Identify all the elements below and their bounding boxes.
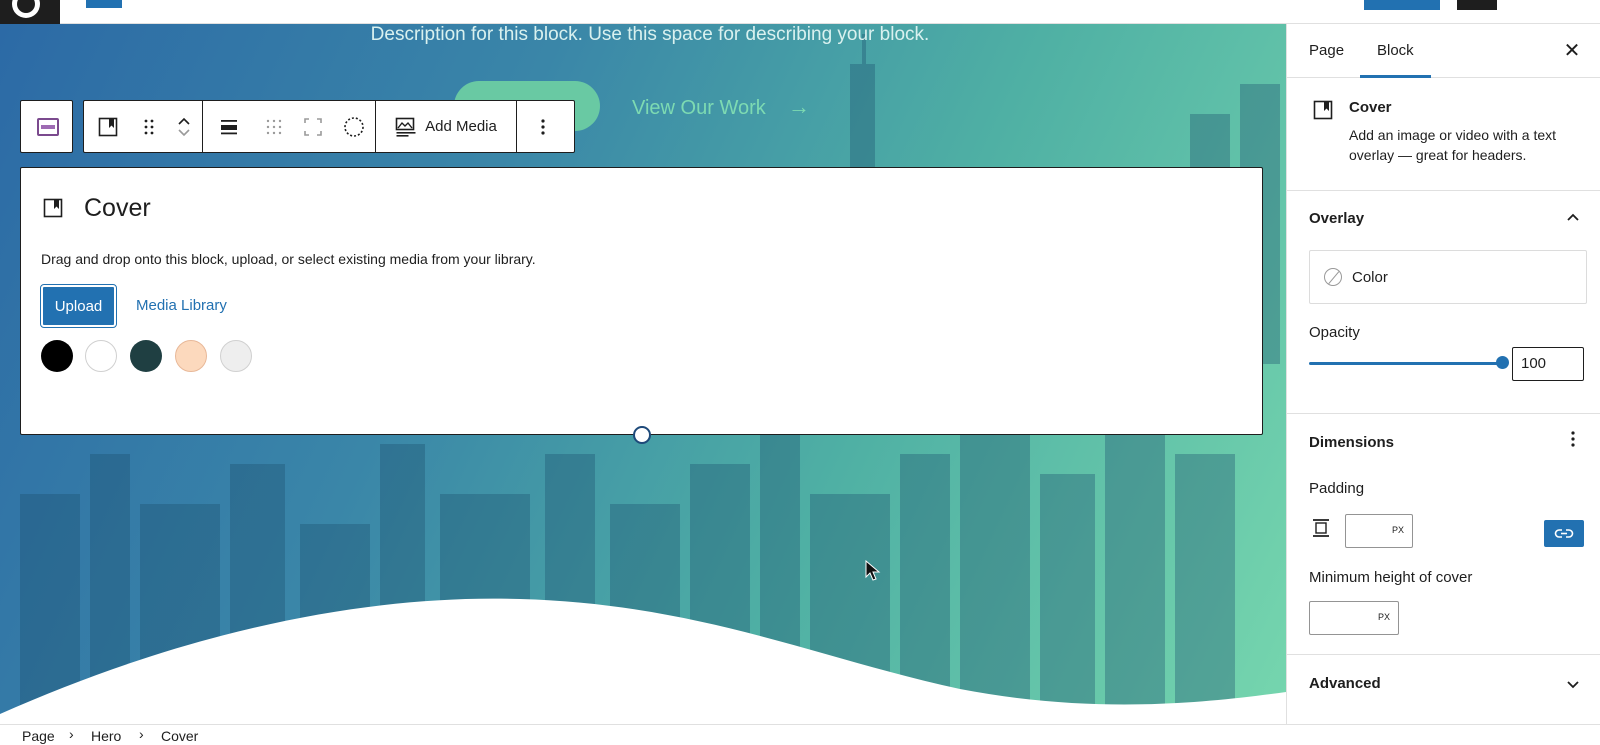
change-content-position-button[interactable] bbox=[255, 101, 293, 152]
sidebar-tabs: Page Block ✕ bbox=[1287, 24, 1600, 78]
padding-input[interactable]: PX bbox=[1345, 514, 1413, 548]
advanced-panel-title[interactable]: Advanced bbox=[1309, 675, 1381, 692]
wave-divider bbox=[0, 598, 1286, 724]
duotone-filter-button[interactable] bbox=[333, 101, 375, 152]
color-swatch-dark-teal[interactable] bbox=[130, 340, 162, 372]
overlay-color-button[interactable]: Color bbox=[1309, 250, 1587, 304]
cover-block-icon bbox=[98, 117, 118, 136]
hero-description: Description for this block. Use this spa… bbox=[370, 24, 930, 45]
dimensions-panel-title[interactable]: Dimensions bbox=[1309, 434, 1394, 451]
media-library-button[interactable]: Media Library bbox=[136, 297, 227, 314]
toolbar-group-layout bbox=[203, 101, 376, 152]
wordpress-icon bbox=[12, 0, 40, 18]
breadcrumb-item-page[interactable]: Page bbox=[22, 728, 55, 744]
block-options-button[interactable] bbox=[517, 101, 569, 152]
placeholder-instructions: Drag and drop onto this block, upload, o… bbox=[41, 251, 536, 267]
overlay-panel-title[interactable]: Overlay bbox=[1309, 210, 1364, 227]
inserter-toggle-button[interactable] bbox=[86, 0, 122, 8]
panel-divider bbox=[1287, 654, 1600, 655]
block-card-title: Cover bbox=[1349, 99, 1392, 116]
cover-placeholder[interactable]: Cover Drag and drop onto this block, upl… bbox=[20, 167, 1263, 435]
opacity-slider-thumb[interactable] bbox=[1496, 356, 1509, 369]
placeholder-title: Cover bbox=[84, 194, 151, 222]
group-block-icon bbox=[37, 118, 59, 136]
align-wide-icon bbox=[221, 119, 237, 134]
add-media-label: Add Media bbox=[425, 118, 497, 135]
block-card-description: Add an image or video with a text overla… bbox=[1349, 127, 1557, 163]
more-vertical-icon bbox=[1571, 431, 1575, 447]
breadcrumb: Page › Hero › Cover bbox=[0, 724, 1600, 745]
link-sides-button[interactable] bbox=[1544, 520, 1584, 547]
publish-button[interactable] bbox=[1364, 0, 1440, 10]
padding-unit[interactable]: PX bbox=[1392, 525, 1404, 535]
chevron-down-icon[interactable] bbox=[1563, 674, 1583, 694]
chevron-right-icon: › bbox=[69, 726, 74, 742]
padding-label: Padding bbox=[1309, 480, 1365, 497]
toolbar-group-media: Add Media bbox=[376, 101, 517, 152]
block-toolbar: Add Media bbox=[83, 100, 575, 153]
add-media-button[interactable]: Add Media bbox=[376, 101, 516, 152]
arrow-right-icon: → bbox=[788, 94, 810, 119]
opacity-label: Opacity bbox=[1309, 324, 1360, 341]
opacity-slider-track[interactable] bbox=[1309, 362, 1499, 365]
full-height-icon bbox=[304, 117, 322, 136]
tab-page[interactable]: Page bbox=[1309, 24, 1344, 78]
media-icon bbox=[395, 117, 416, 137]
panel-divider bbox=[1287, 413, 1600, 414]
cover-block-icon bbox=[1313, 100, 1333, 120]
overlay-color-label: Color bbox=[1352, 269, 1388, 286]
link-icon bbox=[1554, 529, 1574, 538]
dimensions-options-button[interactable] bbox=[1569, 430, 1577, 452]
close-sidebar-button[interactable]: ✕ bbox=[1561, 40, 1583, 62]
align-button[interactable] bbox=[203, 101, 255, 152]
tab-block[interactable]: Block bbox=[1360, 24, 1431, 78]
block-card: Cover Add an image or video with a text … bbox=[1287, 79, 1600, 191]
position-grid-icon bbox=[266, 119, 282, 134]
breadcrumb-item-cover[interactable]: Cover bbox=[161, 728, 198, 744]
drag-handle-icon bbox=[144, 119, 154, 134]
color-swatch-light-gray[interactable] bbox=[220, 340, 252, 372]
color-swatch-white[interactable] bbox=[85, 340, 117, 372]
upload-button[interactable]: Upload bbox=[40, 284, 117, 328]
editor-top-bar bbox=[0, 0, 1600, 24]
chevron-right-icon: › bbox=[139, 726, 144, 742]
color-swatch-peach[interactable] bbox=[175, 340, 207, 372]
wordpress-logo-button[interactable] bbox=[0, 0, 60, 24]
full-height-toggle-button[interactable] bbox=[293, 101, 333, 152]
chevron-down-icon bbox=[178, 128, 190, 136]
opacity-input[interactable]: 100 bbox=[1512, 347, 1584, 381]
min-height-unit[interactable]: PX bbox=[1378, 612, 1390, 622]
min-height-label: Minimum height of cover bbox=[1309, 569, 1473, 586]
close-icon: ✕ bbox=[1563, 40, 1581, 62]
chevron-up-icon bbox=[178, 117, 190, 125]
drag-handle[interactable] bbox=[132, 101, 166, 152]
no-color-icon bbox=[1324, 268, 1342, 286]
settings-toggle-button[interactable] bbox=[1457, 0, 1497, 10]
min-height-input[interactable]: PX bbox=[1309, 601, 1399, 635]
color-swatch-black[interactable] bbox=[41, 340, 73, 372]
move-up-down-buttons[interactable] bbox=[166, 101, 202, 152]
mouse-pointer-icon bbox=[865, 560, 881, 581]
toolbar-group-block bbox=[84, 101, 203, 152]
chevron-up-icon[interactable] bbox=[1563, 208, 1583, 228]
padding-sides-icon bbox=[1313, 519, 1329, 537]
breadcrumb-item-hero[interactable]: Hero bbox=[91, 728, 121, 744]
select-parent-block-button[interactable] bbox=[20, 100, 73, 153]
toolbar-group-options bbox=[517, 101, 569, 152]
cover-block-icon bbox=[43, 198, 63, 218]
duotone-icon bbox=[344, 116, 364, 137]
resize-handle[interactable] bbox=[633, 426, 651, 444]
more-vertical-icon bbox=[541, 118, 545, 135]
settings-sidebar: Page Block ✕ Cover Add an image or video… bbox=[1286, 24, 1600, 724]
block-type-switcher-button[interactable] bbox=[84, 101, 132, 152]
